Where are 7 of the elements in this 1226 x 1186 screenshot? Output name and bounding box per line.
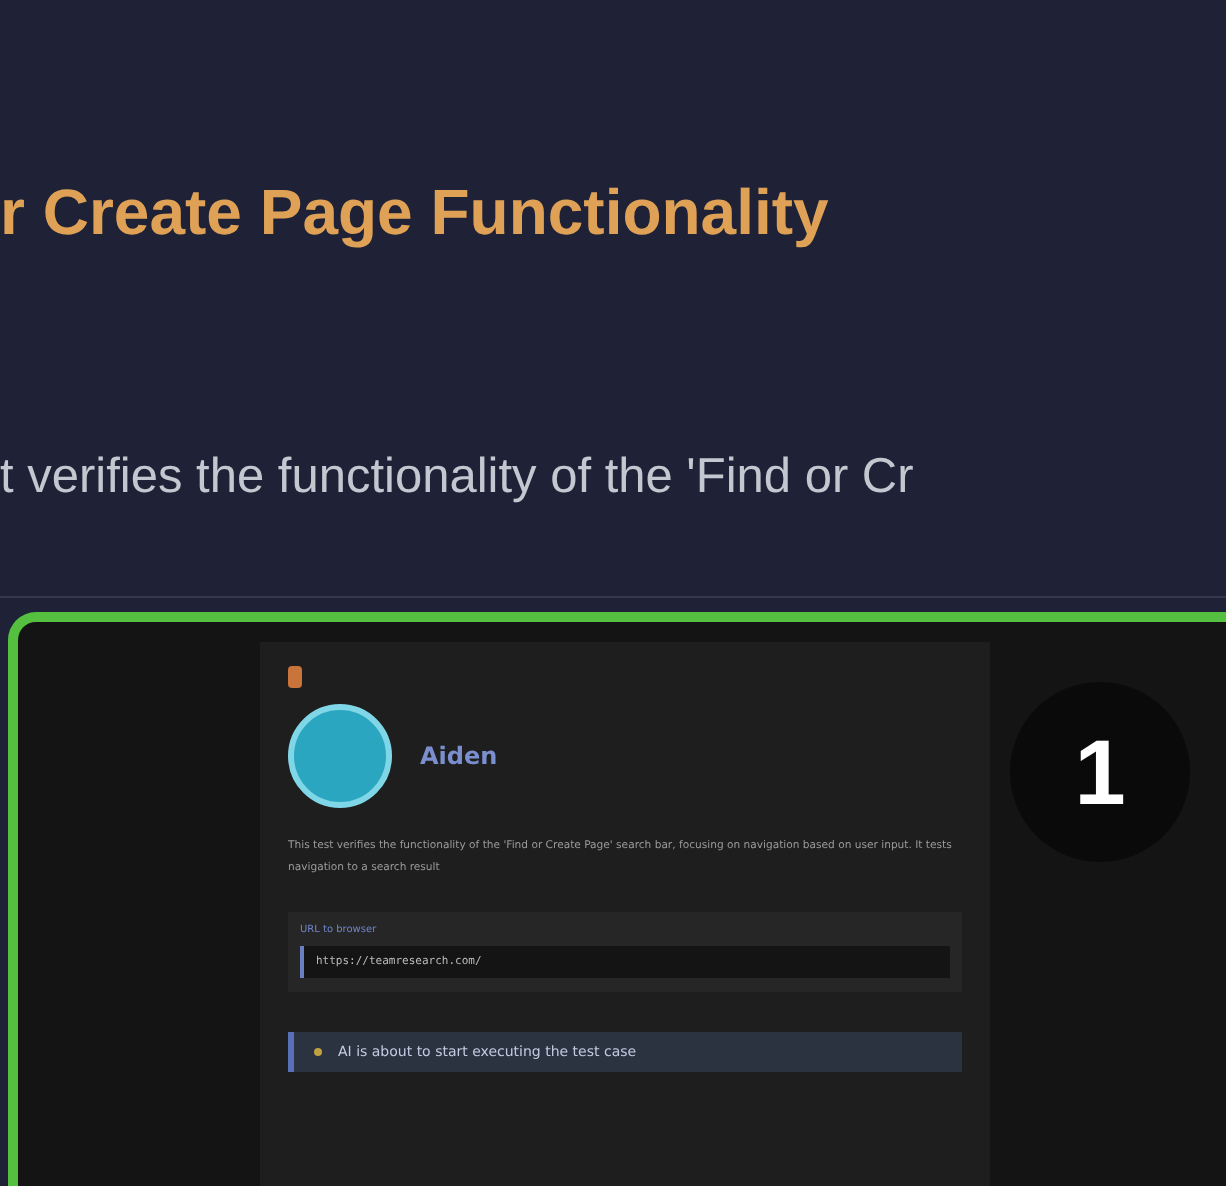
- page-subtitle: t verifies the functionality of the 'Find or Cr: [0, 448, 916, 508]
- logo-icon: [288, 666, 302, 688]
- avatar-placeholder: [288, 704, 392, 808]
- status-dot-icon: [314, 1048, 322, 1056]
- agent-name: Aiden: [420, 742, 498, 770]
- page-title: r Create Page Functionality: [0, 174, 831, 252]
- step-number-badge: 1: [1010, 682, 1190, 862]
